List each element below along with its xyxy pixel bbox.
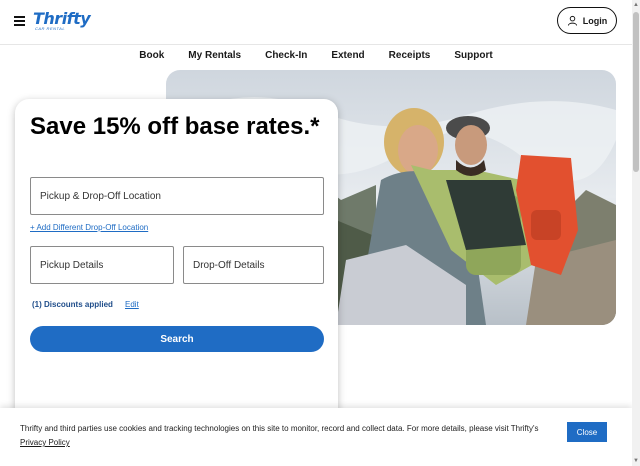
promo-headline: Save 15% off base rates.* xyxy=(30,113,320,140)
user-icon xyxy=(567,15,577,26)
location-input[interactable]: Pickup & Drop-Off Location xyxy=(30,177,324,215)
pickup-details-input[interactable]: Pickup Details xyxy=(30,246,174,284)
nav-item-extend[interactable]: Extend xyxy=(319,45,376,69)
logo-text: Thrifty xyxy=(33,9,91,28)
main-nav: Book My Rentals Check-In Extend Receipts… xyxy=(0,45,632,69)
scroll-down-icon[interactable]: ▼ xyxy=(633,458,639,464)
nav-item-check-in[interactable]: Check-In xyxy=(253,45,319,69)
scroll-thumb[interactable] xyxy=(633,12,639,172)
login-label: Login xyxy=(582,15,608,26)
nav-item-my-rentals[interactable]: My Rentals xyxy=(176,45,253,69)
login-button[interactable]: Login xyxy=(557,7,617,34)
site-header: Thrifty CAR RENTAL Login xyxy=(0,0,632,45)
discounts-applied: (1) Discounts applied xyxy=(32,300,113,309)
cookie-banner: Thrifty and third parties use cookies an… xyxy=(0,408,632,466)
nav-item-book[interactable]: Book xyxy=(127,45,176,69)
booking-card: Save 15% off base rates.* Pickup & Drop-… xyxy=(15,99,338,429)
hamburger-icon[interactable] xyxy=(14,16,25,26)
edit-discounts-link[interactable]: Edit xyxy=(125,300,139,309)
cookie-text: Thrifty and third parties use cookies an… xyxy=(20,424,539,433)
cookie-close-button[interactable]: Close xyxy=(567,422,607,442)
thrifty-logo[interactable]: Thrifty CAR RENTAL xyxy=(33,9,91,32)
add-dropoff-link[interactable]: + Add Different Drop-Off Location xyxy=(30,223,148,232)
privacy-policy-link[interactable]: Privacy Policy xyxy=(20,438,70,447)
scrollbar[interactable]: ▲ ▼ xyxy=(632,0,640,466)
scroll-up-icon[interactable]: ▲ xyxy=(633,2,639,8)
cookie-message: Thrifty and third parties use cookies an… xyxy=(20,422,550,450)
dropoff-details-input[interactable]: Drop-Off Details xyxy=(183,246,324,284)
search-button[interactable]: Search xyxy=(30,326,324,352)
nav-item-receipts[interactable]: Receipts xyxy=(377,45,443,69)
nav-item-support[interactable]: Support xyxy=(442,45,504,69)
